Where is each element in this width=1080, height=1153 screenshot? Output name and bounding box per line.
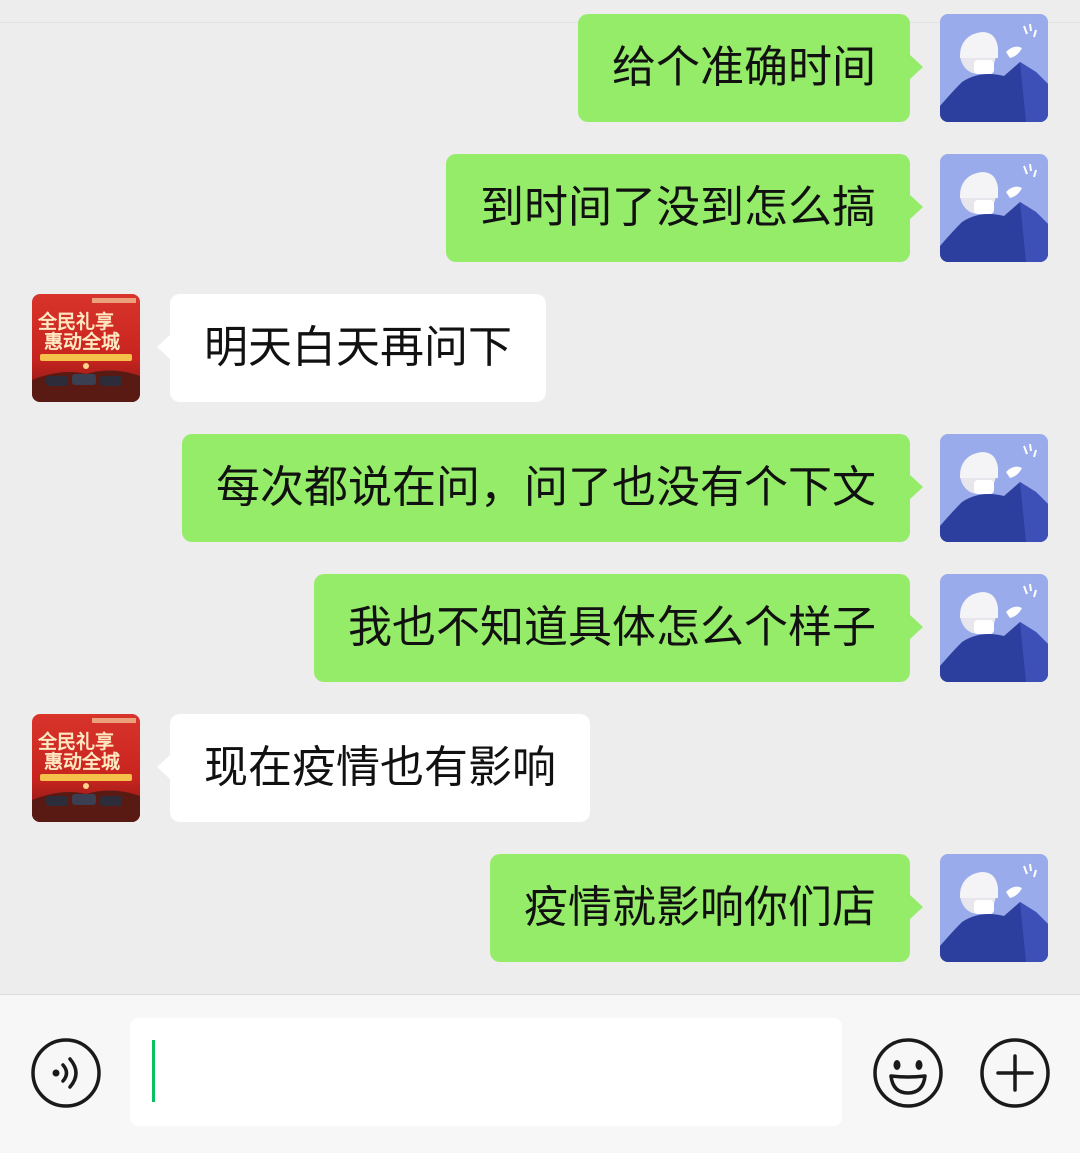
emoji-icon[interactable] (872, 1037, 944, 1109)
message-bubble[interactable]: 我也不知道具体怎么个样子 (314, 574, 923, 682)
message-text: 疫情就影响你们店 (524, 882, 876, 933)
voice-icon[interactable] (30, 1037, 102, 1109)
message-text: 我也不知道具体怎么个样子 (348, 602, 876, 653)
message-row: 到时间了没到怎么搞 (0, 154, 1080, 262)
message-bubble[interactable]: 明天白天再问下 (157, 294, 546, 402)
user-avatar[interactable] (940, 14, 1048, 122)
user-avatar[interactable] (940, 434, 1048, 542)
dealer-avatar-text-1: 全民礼享 (37, 310, 114, 333)
message-text: 现在疫情也有影响 (204, 742, 556, 793)
message-bubble[interactable]: 给个准确时间 (578, 14, 923, 122)
dealer-avatar[interactable]: 全民礼享 惠动全城 (32, 714, 140, 822)
message-bubble[interactable]: 疫情就影响你们店 (490, 854, 923, 962)
dealer-avatar-text-2: 惠动全城 (44, 750, 120, 773)
message-row: 疫情就影响你们店 (0, 854, 1080, 962)
message-row: 全民礼享 惠动全城 现在疫情也有影响 (0, 714, 1080, 822)
user-avatar[interactable] (940, 574, 1048, 682)
user-avatar[interactable] (940, 854, 1048, 962)
chat-area[interactable]: 给个准确时间 到时间了没到怎么搞 全民礼享 惠动全城 明天白天再问下 每次都说在… (0, 0, 1080, 994)
input-bar (0, 994, 1080, 1153)
dealer-avatar-text-1: 全民礼享 (37, 730, 114, 753)
user-avatar[interactable] (940, 154, 1048, 262)
dealer-avatar-text-2: 惠动全城 (44, 330, 120, 353)
message-row: 我也不知道具体怎么个样子 (0, 574, 1080, 682)
text-cursor (152, 1040, 155, 1102)
message-text: 明天白天再问下 (204, 322, 512, 373)
message-text: 每次都说在问，问了也没有个下文 (216, 462, 876, 513)
message-row: 每次都说在问，问了也没有个下文 (0, 434, 1080, 542)
message-row: 全民礼享 惠动全城 明天白天再问下 (0, 294, 1080, 402)
message-bubble[interactable]: 到时间了没到怎么搞 (446, 154, 923, 262)
message-text: 给个准确时间 (612, 42, 876, 93)
message-bubble[interactable]: 现在疫情也有影响 (157, 714, 590, 822)
message-row: 给个准确时间 (0, 14, 1080, 122)
dealer-avatar[interactable]: 全民礼享 惠动全城 (32, 294, 140, 402)
plus-icon[interactable] (979, 1037, 1051, 1109)
message-text: 到时间了没到怎么搞 (480, 182, 876, 233)
message-bubble[interactable]: 每次都说在问，问了也没有个下文 (182, 434, 923, 542)
message-input[interactable] (130, 1018, 842, 1126)
